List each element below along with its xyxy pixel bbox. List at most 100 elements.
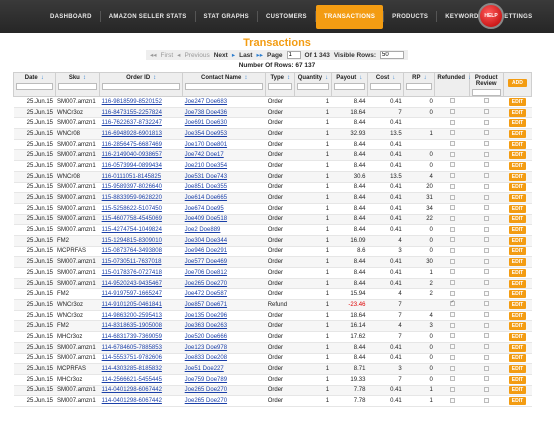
refunded-checkbox[interactable] xyxy=(449,269,455,275)
refunded-checkbox[interactable] xyxy=(449,130,455,136)
product-review-checkbox[interactable] xyxy=(483,215,489,221)
sort-icon[interactable]: ↓ xyxy=(325,75,328,81)
product-review-checkbox[interactable] xyxy=(483,109,489,115)
edit-button[interactable]: EDIT xyxy=(508,226,527,235)
edit-button[interactable]: EDIT xyxy=(508,247,527,256)
product-review-checkbox[interactable] xyxy=(483,151,489,157)
refunded-checkbox[interactable] xyxy=(449,397,455,403)
order-id-link[interactable]: 115-9589397-8026640 xyxy=(99,182,183,194)
refunded-checkbox[interactable] xyxy=(449,365,455,371)
product-review-checkbox[interactable] xyxy=(483,333,489,339)
previous-page-icon[interactable]: ◂ xyxy=(177,51,180,59)
order-id-link[interactable]: 114-4303285-8185832 xyxy=(99,363,183,375)
product-review-checkbox[interactable] xyxy=(483,354,489,360)
column-header-contact-name[interactable]: Contact Name ↕ xyxy=(182,72,267,97)
filter-input-rp[interactable] xyxy=(406,83,433,90)
order-id-link[interactable]: 114-0401298-6067442 xyxy=(99,395,183,407)
order-id-link[interactable]: 116-0573994-0899434 xyxy=(99,160,183,172)
column-header-refunded[interactable]: Refunded↓ xyxy=(434,72,471,97)
order-id-link[interactable]: 116-2856475-6687469 xyxy=(99,139,183,151)
contact-name-link[interactable]: Joe123 Doe978 xyxy=(182,342,266,354)
contact-name-link[interactable]: Joe170 Doe801 xyxy=(182,139,266,151)
product-review-checkbox[interactable] xyxy=(483,98,489,104)
edit-button[interactable]: EDIT xyxy=(508,386,527,395)
filter-input-product-review[interactable] xyxy=(471,89,501,96)
page-number-input[interactable] xyxy=(286,51,301,59)
help-button[interactable]: HELP xyxy=(478,3,504,29)
column-header-type[interactable]: Type ↕ xyxy=(265,72,296,97)
order-id-link[interactable]: 115-5258622-5107450 xyxy=(99,203,183,215)
refunded-checkbox[interactable] xyxy=(449,226,455,232)
contact-name-link[interactable]: Joe409 Doe518 xyxy=(182,214,266,226)
contact-name-link[interactable]: Joe738 Doe436 xyxy=(182,107,266,119)
contact-name-link[interactable]: Joe614 Doe665 xyxy=(182,192,266,204)
refunded-checkbox[interactable] xyxy=(449,98,455,104)
contact-name-link[interactable]: Joe674 Doe95 xyxy=(182,203,266,215)
refunded-checkbox[interactable] xyxy=(449,300,455,307)
product-review-checkbox[interactable] xyxy=(483,162,489,168)
refunded-checkbox[interactable] xyxy=(449,376,455,382)
filter-input-payout[interactable] xyxy=(333,83,365,90)
order-id-link[interactable]: 116-6948928-6901813 xyxy=(99,128,183,140)
refunded-checkbox[interactable] xyxy=(449,290,455,296)
previous-page-link[interactable]: Previous xyxy=(184,52,209,59)
edit-button[interactable]: EDIT xyxy=(508,268,527,277)
refunded-checkbox[interactable] xyxy=(449,151,455,157)
edit-button[interactable]: EDIT xyxy=(508,204,527,213)
contact-name-link[interactable]: Joe265 Doe270 xyxy=(182,385,266,397)
contact-name-link[interactable]: Joe577 Doe469 xyxy=(182,256,266,268)
product-review-checkbox[interactable] xyxy=(483,301,489,307)
contact-name-link[interactable]: Joe531 Doe743 xyxy=(182,171,266,183)
contact-name-link[interactable]: Joe2 Doe889 xyxy=(182,224,266,236)
contact-name-link[interactable]: Joe51 Doe227 xyxy=(182,363,266,375)
order-id-link[interactable]: 114-0401298-6067442 xyxy=(99,385,183,397)
order-id-link[interactable]: 115-0873764-3493808 xyxy=(99,246,183,258)
edit-button[interactable]: EDIT xyxy=(508,311,527,320)
nav-item-stat-graphs[interactable]: STAT GRAPHS xyxy=(196,0,257,33)
product-review-checkbox[interactable] xyxy=(483,312,489,318)
product-review-checkbox[interactable] xyxy=(483,119,489,125)
sort-icon[interactable]: ↕ xyxy=(244,75,247,81)
edit-button[interactable]: EDIT xyxy=(508,365,527,374)
product-review-checkbox[interactable] xyxy=(483,226,489,232)
order-id-link[interactable]: 114-2566621-5455445 xyxy=(99,374,183,386)
edit-button[interactable]: EDIT xyxy=(508,322,527,331)
product-review-checkbox[interactable] xyxy=(483,173,489,179)
contact-name-link[interactable]: Joe759 Doe789 xyxy=(182,374,266,386)
visible-rows-select[interactable] xyxy=(380,51,404,59)
filter-input-type[interactable] xyxy=(268,83,293,90)
sort-icon[interactable]: ↓ xyxy=(423,75,426,81)
order-id-link[interactable]: 114-9863200-2595413 xyxy=(99,310,183,322)
refunded-checkbox[interactable] xyxy=(449,194,455,200)
contact-name-link[interactable]: Joe265 Doe270 xyxy=(182,278,266,290)
edit-button[interactable]: EDIT xyxy=(508,375,527,384)
refunded-checkbox[interactable] xyxy=(449,322,455,328)
column-header-sku[interactable]: Sku ↕ xyxy=(54,72,101,97)
refunded-checkbox[interactable] xyxy=(449,119,455,125)
edit-button[interactable]: EDIT xyxy=(508,354,527,363)
refunded-checkbox[interactable] xyxy=(449,280,455,286)
product-review-checkbox[interactable] xyxy=(483,280,489,286)
product-review-checkbox[interactable] xyxy=(483,386,489,392)
nav-item-dashboard[interactable]: DASHBOARD xyxy=(42,0,100,33)
filter-input-contact-name[interactable] xyxy=(185,83,264,90)
edit-button[interactable]: EDIT xyxy=(508,215,527,224)
last-page-icon[interactable]: ▸▸ xyxy=(256,51,263,59)
refunded-checkbox[interactable] xyxy=(449,344,455,350)
product-review-checkbox[interactable] xyxy=(483,344,489,350)
contact-name-link[interactable]: Joe354 Doe953 xyxy=(182,128,266,140)
nav-item-products[interactable]: PRODUCTS xyxy=(384,0,436,33)
contact-name-link[interactable]: Joe304 Doe344 xyxy=(182,235,266,247)
refunded-checkbox[interactable] xyxy=(449,354,455,360)
edit-button[interactable]: EDIT xyxy=(508,140,527,149)
filter-input-date[interactable] xyxy=(16,83,53,90)
add-button[interactable]: ADD xyxy=(508,79,527,87)
edit-button[interactable]: EDIT xyxy=(508,172,527,181)
edit-button[interactable]: EDIT xyxy=(508,108,527,117)
edit-button[interactable]: EDIT xyxy=(508,258,527,267)
order-id-link[interactable]: 114-9197597-1665247 xyxy=(99,288,183,301)
contact-name-link[interactable]: Joe742 Doe17 xyxy=(182,149,266,162)
contact-name-link[interactable]: Joe520 Doe666 xyxy=(182,331,266,343)
product-review-checkbox[interactable] xyxy=(483,258,489,264)
edit-button[interactable]: EDIT xyxy=(508,119,527,128)
